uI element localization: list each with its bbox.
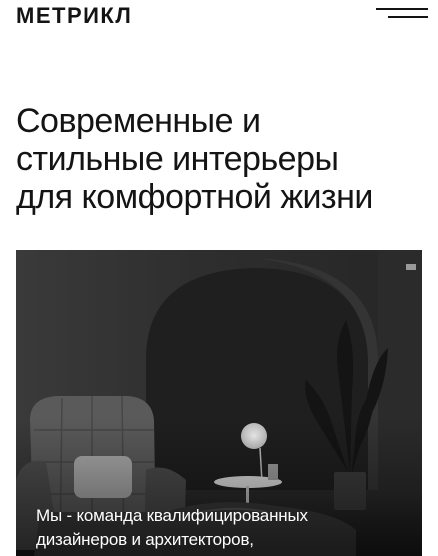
page: МЕТРИКЛ Современные и стильные интерьеры… xyxy=(0,0,438,556)
hero-caption-line-1: Мы - команда квалифицированных xyxy=(36,506,308,525)
hero-title: Современные и стильные интерьеры для ком… xyxy=(16,102,426,216)
menu-bar-bottom xyxy=(388,16,428,18)
hero-title-line-1: Современные и xyxy=(16,102,261,140)
hero-caption-line-2: дизайнеров и архитекторов, xyxy=(36,530,254,549)
logo[interactable]: МЕТРИКЛ xyxy=(16,3,132,29)
hamburger-menu-icon[interactable] xyxy=(372,6,428,24)
hero-interior-image: Мы - команда квалифицированных дизайнеро… xyxy=(16,250,422,556)
hero-caption: Мы - команда квалифицированных дизайнеро… xyxy=(36,504,416,552)
hero-title-line-3: для комфортной жизни xyxy=(16,178,373,216)
site-header: МЕТРИКЛ xyxy=(0,0,438,40)
menu-bar-top xyxy=(376,8,428,10)
hero-title-line-2: стильные интерьеры xyxy=(16,140,339,178)
